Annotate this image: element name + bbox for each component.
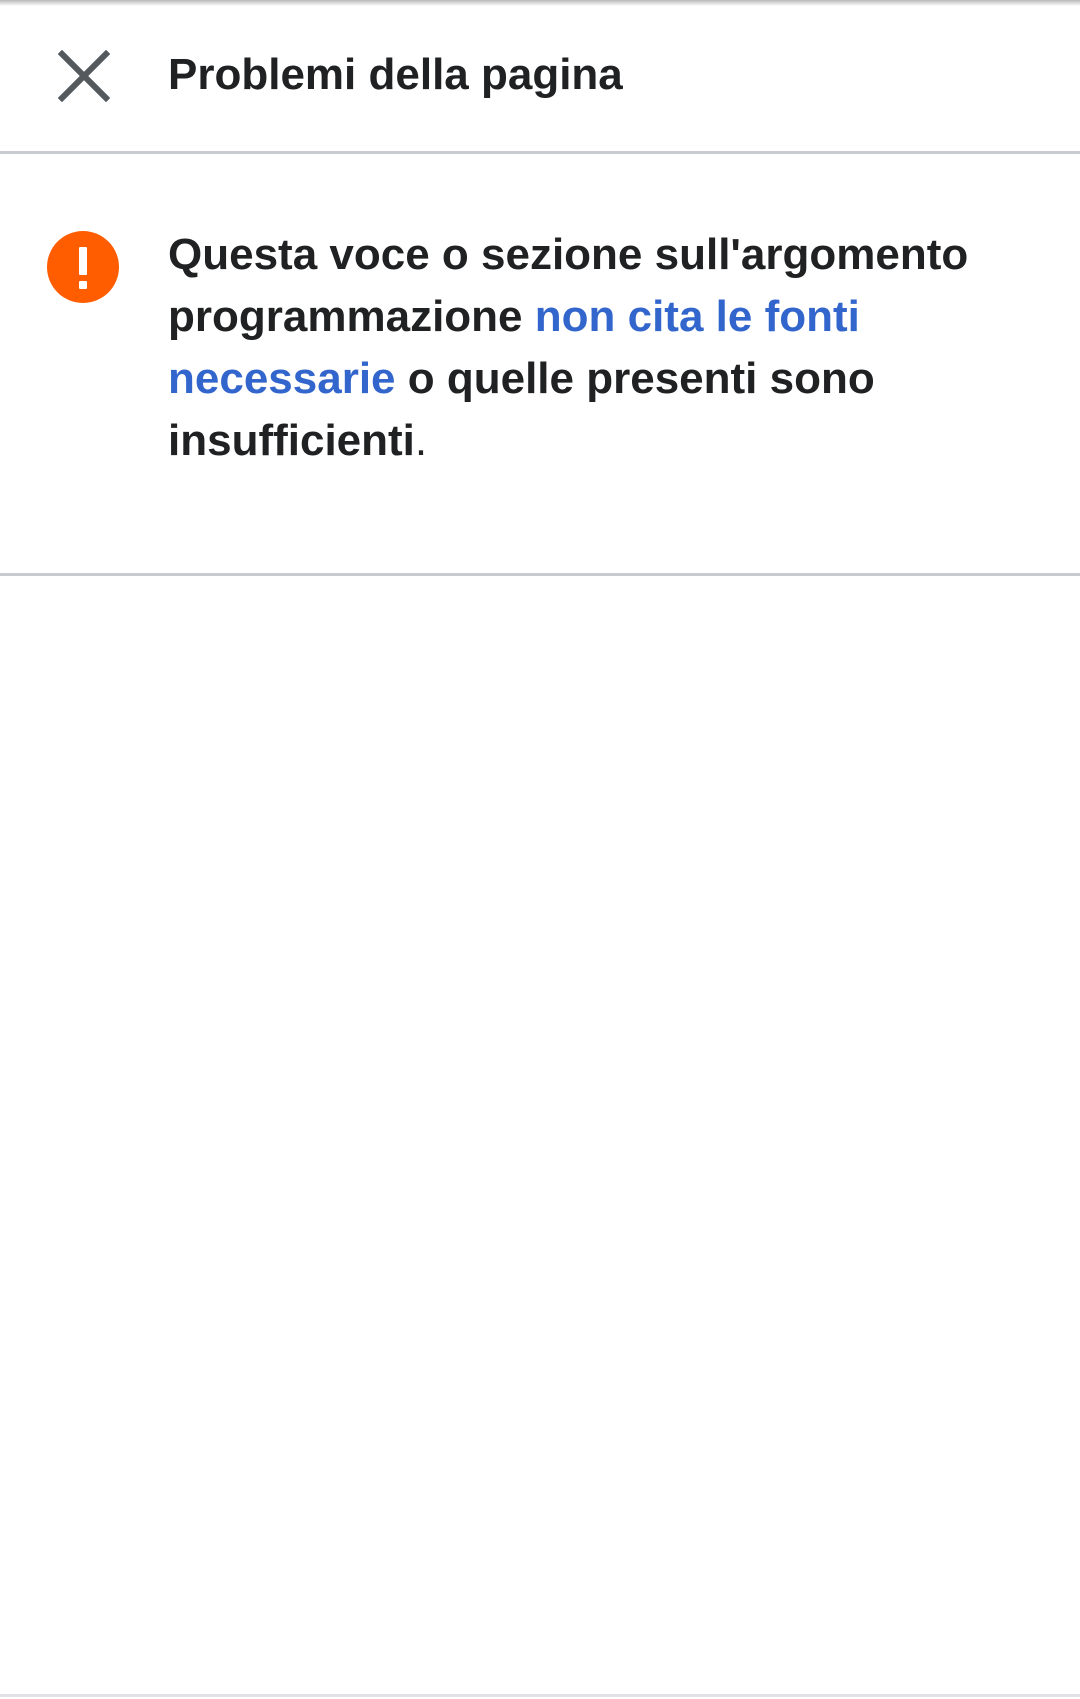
alert-icon	[47, 231, 119, 303]
page-issues-panel: Problemi della pagina Questa voce o sezi…	[0, 0, 1080, 1699]
issue-period: .	[414, 416, 428, 465]
issue-description: Questa voce o sezione sull'argomento pro…	[168, 224, 1018, 472]
close-icon	[58, 50, 110, 102]
close-button[interactable]	[40, 36, 128, 116]
bottom-divider	[0, 1694, 1080, 1697]
page-title: Problemi della pagina	[168, 50, 623, 99]
issue-item: Questa voce o sezione sull'argomento pro…	[0, 154, 1080, 576]
panel-header: Problemi della pagina	[0, 0, 1080, 154]
